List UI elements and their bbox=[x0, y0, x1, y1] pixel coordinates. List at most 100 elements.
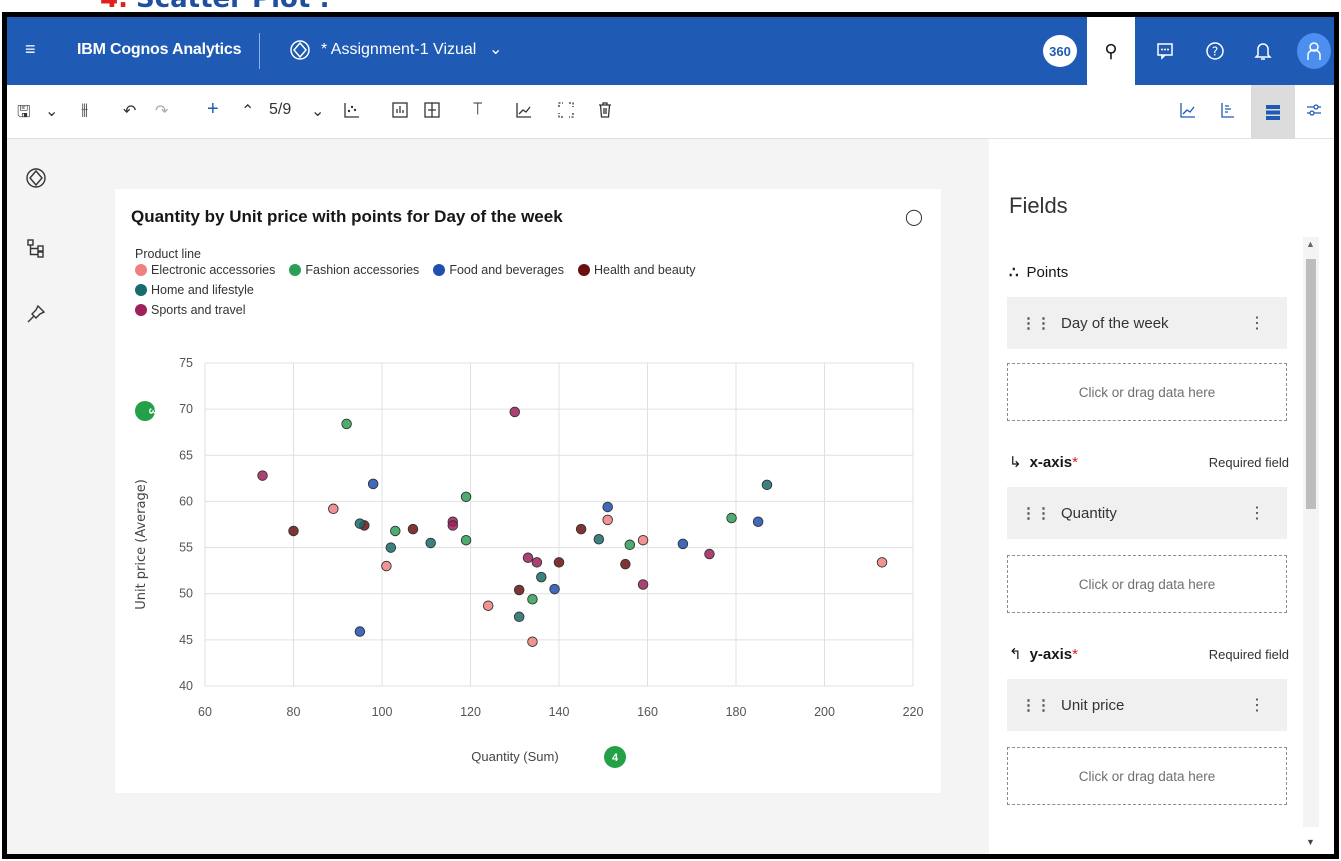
data-point[interactable] bbox=[536, 571, 547, 583]
save-icon[interactable]: 🖫 bbox=[17, 101, 31, 128]
report-name[interactable]: * Assignment-1 Vizual bbox=[321, 41, 476, 59]
undo-icon[interactable]: ↶ bbox=[123, 101, 136, 121]
points-section-label: ∴ Points bbox=[1009, 263, 1068, 282]
data-point[interactable] bbox=[381, 560, 392, 572]
data-point[interactable] bbox=[527, 636, 538, 647]
data-point[interactable] bbox=[447, 520, 459, 531]
x-axis-drop-zone[interactable]: Click or drag data here bbox=[1007, 555, 1287, 613]
data-point[interactable] bbox=[513, 584, 525, 596]
data-point[interactable] bbox=[328, 503, 339, 515]
data-point[interactable] bbox=[593, 534, 605, 545]
scrollbar-thumb[interactable] bbox=[1306, 259, 1316, 509]
more-options-icon[interactable]: ⋮ bbox=[1249, 695, 1265, 715]
add-icon[interactable]: + bbox=[207, 98, 219, 121]
data-point[interactable] bbox=[624, 539, 636, 551]
x-tick-label: 140 bbox=[549, 705, 570, 719]
x-axis-field-chip[interactable]: ⋮⋮ Quantity ⋮ bbox=[1007, 487, 1287, 539]
data-point[interactable] bbox=[637, 534, 649, 546]
previous-page-icon[interactable]: ⌃ bbox=[241, 101, 254, 121]
data-point[interactable] bbox=[876, 557, 888, 568]
data-point[interactable] bbox=[620, 558, 631, 570]
y-tick-label: 45 bbox=[179, 633, 193, 647]
chart-type-icon[interactable] bbox=[391, 101, 409, 124]
data-point[interactable] bbox=[513, 611, 525, 623]
toolbar: 🖫 ⌄ ⫵ ↶ ↷ + ⌃ 5/9 ⌄ ⟙ bbox=[7, 85, 1334, 139]
scroll-up-icon[interactable]: ▲ bbox=[1306, 239, 1315, 249]
data-point[interactable] bbox=[761, 479, 773, 491]
data-point[interactable] bbox=[460, 534, 472, 546]
fields-title: Fields bbox=[1009, 193, 1068, 218]
page-indicator: 5/9 bbox=[269, 101, 292, 118]
chart-card[interactable]: Quantity by Unit price with points for D… bbox=[115, 189, 941, 793]
notification-bell-icon[interactable] bbox=[1243, 17, 1283, 85]
data-point[interactable] bbox=[726, 512, 737, 524]
search-icon[interactable]: ⚲ bbox=[1087, 17, 1135, 85]
next-page-icon[interactable]: ⌄ bbox=[311, 101, 324, 121]
app-brand[interactable]: IBM Cognos Analytics bbox=[77, 41, 242, 59]
drag-handle-icon[interactable]: ⋮⋮ bbox=[1021, 504, 1051, 522]
save-menu-chevron-icon[interactable]: ⌄ bbox=[45, 101, 58, 121]
focus-frame-icon[interactable] bbox=[557, 101, 575, 124]
data-point[interactable] bbox=[257, 470, 268, 481]
y-axis-drop-zone[interactable]: Click or drag data here bbox=[1007, 747, 1287, 805]
user-avatar-icon[interactable] bbox=[1297, 33, 1331, 69]
fields-panel-icon[interactable] bbox=[1251, 85, 1295, 139]
data-point[interactable] bbox=[288, 525, 299, 537]
data-point[interactable] bbox=[553, 557, 565, 568]
trend-line-icon[interactable] bbox=[515, 101, 533, 124]
data-point[interactable] bbox=[531, 557, 543, 568]
chevron-down-icon[interactable]: ⌄ bbox=[489, 39, 502, 59]
data-point[interactable] bbox=[354, 518, 366, 529]
insights-chart-icon[interactable] bbox=[1179, 101, 1197, 124]
y-tick-label: 60 bbox=[179, 494, 193, 508]
data-tree-icon[interactable] bbox=[25, 237, 47, 259]
properties-icon[interactable] bbox=[1219, 101, 1237, 124]
chat-icon[interactable] bbox=[1145, 17, 1185, 85]
swap-columns-icon[interactable] bbox=[423, 101, 441, 124]
data-point[interactable] bbox=[385, 542, 397, 553]
data-point[interactable] bbox=[704, 548, 715, 560]
data-point[interactable] bbox=[367, 478, 379, 490]
pin-icon[interactable] bbox=[25, 303, 47, 325]
data-point[interactable] bbox=[522, 552, 534, 563]
data-point[interactable] bbox=[341, 418, 352, 430]
data-point[interactable] bbox=[602, 501, 613, 513]
data-point[interactable] bbox=[677, 538, 689, 550]
data-point[interactable] bbox=[527, 594, 538, 605]
data-point[interactable] bbox=[460, 491, 472, 503]
data-point[interactable] bbox=[390, 525, 401, 537]
points-field-chip[interactable]: ⋮⋮ Day of the week ⋮ bbox=[1007, 297, 1287, 349]
y-axis-field-chip[interactable]: ⋮⋮ Unit price ⋮ bbox=[1007, 679, 1287, 731]
data-point[interactable] bbox=[549, 583, 560, 595]
fields-panel: Fields ∴ Points ⋮⋮ Day of the week ⋮ Cli… bbox=[989, 139, 1334, 854]
data-point[interactable] bbox=[752, 516, 764, 527]
pin-icon[interactable]: ⟙ bbox=[473, 101, 482, 119]
data-point[interactable] bbox=[407, 523, 419, 535]
navigation-icon[interactable] bbox=[25, 167, 47, 189]
drag-handle-icon[interactable]: ⋮⋮ bbox=[1021, 696, 1051, 714]
hamburger-menu-icon[interactable]: ≡ bbox=[25, 39, 36, 60]
badge-360-icon[interactable]: 360 bbox=[1043, 35, 1077, 67]
data-point[interactable] bbox=[602, 514, 613, 526]
scatter-chart-icon[interactable] bbox=[343, 101, 361, 124]
points-drop-zone[interactable]: Click or drag data here bbox=[1007, 363, 1287, 421]
fields-scrollbar[interactable]: ▲ ▼ bbox=[1303, 237, 1319, 847]
drag-handle-icon[interactable]: ⋮⋮ bbox=[1021, 314, 1051, 332]
filter-settings-icon[interactable] bbox=[1305, 101, 1323, 124]
svg-text:?: ? bbox=[1212, 45, 1218, 59]
data-point[interactable] bbox=[354, 626, 366, 637]
data-point[interactable] bbox=[482, 600, 494, 611]
scroll-down-icon[interactable]: ▼ bbox=[1306, 837, 1315, 847]
more-options-icon[interactable]: ⋮ bbox=[1249, 503, 1265, 523]
redo-icon[interactable]: ↷ bbox=[155, 101, 168, 121]
delete-icon[interactable] bbox=[597, 101, 613, 124]
share-icon[interactable]: ⫵ bbox=[81, 101, 88, 119]
y-tick-label: 55 bbox=[179, 541, 193, 555]
data-point[interactable] bbox=[425, 537, 436, 549]
data-point[interactable] bbox=[575, 523, 587, 535]
help-icon[interactable]: ? bbox=[1195, 17, 1235, 85]
y-axis-label: y-axis bbox=[1029, 645, 1073, 663]
more-options-icon[interactable]: ⋮ bbox=[1249, 313, 1265, 333]
data-point[interactable] bbox=[509, 406, 521, 418]
data-point[interactable] bbox=[637, 579, 649, 590]
